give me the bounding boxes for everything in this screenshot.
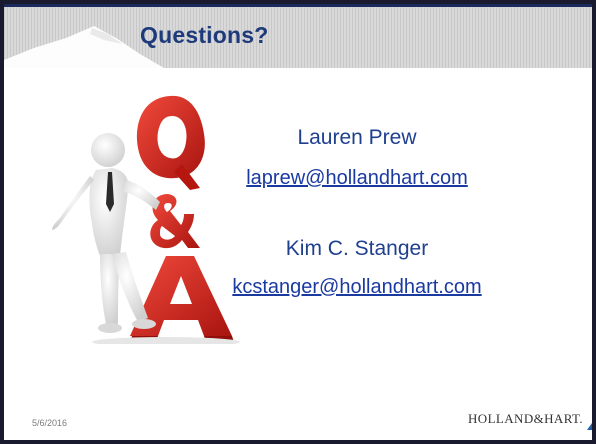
logo-mark-icon: [587, 423, 592, 430]
contact-name-1: Lauren Prew: [297, 126, 417, 149]
logo-text: HOLLAND&HART.: [468, 411, 584, 426]
contact-email-link-2[interactable]: kcstanger@hollandhart.com: [122, 276, 592, 299]
qa-figure-icon: [52, 95, 240, 344]
contact-email-link-1[interactable]: laprew@hollandhart.com: [122, 167, 592, 190]
slide: Questions? Lauren Prew laprew@hollandhar…: [0, 0, 596, 444]
mountain-icon: [4, 26, 164, 68]
letter-a-icon: [130, 256, 234, 342]
contact-name-2: Kim C. Stanger: [285, 237, 429, 260]
company-logo: HOLLAND&HART.: [468, 408, 592, 430]
header-banner: Questions?: [4, 4, 592, 68]
slide-date: 5/6/2016: [32, 418, 68, 428]
page-title: Questions?: [140, 22, 269, 48]
